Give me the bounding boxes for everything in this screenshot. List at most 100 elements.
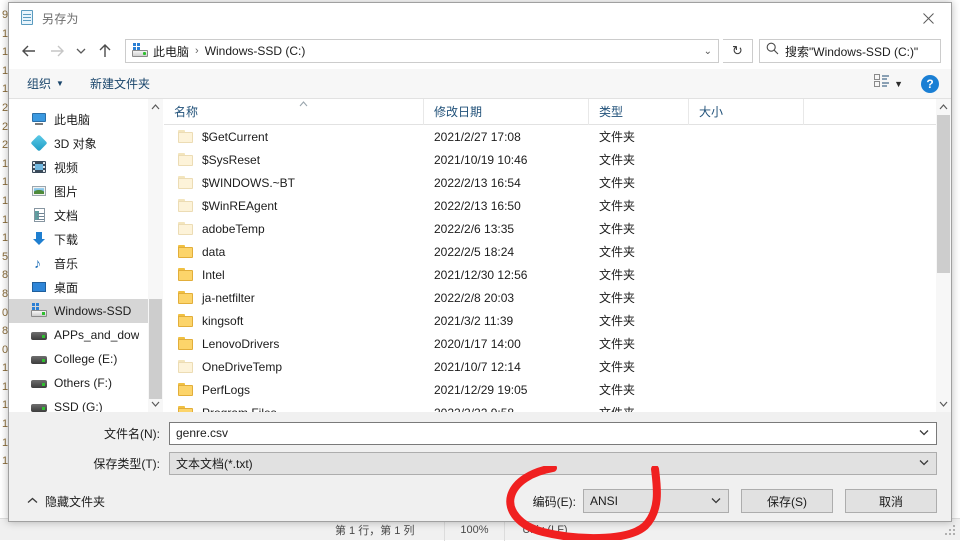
sort-ascending-icon	[299, 100, 308, 109]
file-type-cell: 文件夹	[599, 360, 636, 374]
address-bar[interactable]: 此电脑 › Windows-SSD (C:) ⌄	[125, 39, 719, 63]
save-button[interactable]: 保存(S)	[741, 489, 833, 513]
file-list-scrollbar[interactable]	[936, 99, 951, 412]
resize-grip[interactable]	[945, 525, 957, 537]
encoding-dropdown[interactable]: ANSI	[583, 489, 729, 513]
folder-icon	[178, 221, 194, 236]
hard-drive-icon	[31, 399, 47, 412]
grip-dot	[953, 533, 955, 535]
file-name-cell: $GetCurrent	[164, 129, 424, 144]
sidebar-item-college-e[interactable]: College (E:)	[9, 347, 163, 371]
file-name-text: $WINDOWS.~BT	[202, 175, 296, 190]
file-name-text: Program Files	[202, 406, 277, 413]
sidebar-item-[interactable]: 此电脑	[9, 107, 163, 131]
filetype-select[interactable]: 文本文档(*.txt)	[169, 451, 937, 475]
scroll-up-icon[interactable]	[936, 99, 951, 115]
chevron-down-icon[interactable]: ⌄	[704, 46, 712, 57]
file-date-cell: 2022/2/5 18:24	[434, 244, 515, 259]
forward-button[interactable]	[43, 38, 71, 64]
recent-locations-button[interactable]	[71, 38, 91, 64]
file-name-cell: $SysReset	[164, 152, 424, 167]
close-icon[interactable]	[905, 3, 951, 33]
refresh-button[interactable]: ↻	[723, 39, 753, 63]
filename-input[interactable]: genre.csv	[169, 421, 937, 445]
column-header-size[interactable]: 大小	[689, 98, 804, 125]
sidebar-item-label: 桌面	[54, 280, 79, 295]
folder-icon	[178, 129, 194, 144]
table-row[interactable]: ja-netfilter 2022/2/8 20:03 文件夹	[164, 286, 951, 309]
sidebar-scrollbar[interactable]	[148, 99, 163, 412]
table-row[interactable]: Program Files 2022/2/22 9:58文件夹	[164, 401, 951, 412]
scroll-down-icon[interactable]	[936, 396, 951, 412]
sidebar-item-[interactable]: ♪ 音乐	[9, 251, 163, 275]
file-type-cell: 文件夹	[599, 153, 636, 167]
help-icon[interactable]: ?	[921, 74, 939, 93]
chevron-down-icon[interactable]	[919, 458, 929, 469]
table-row[interactable]: $WinREAgent 2022/2/13 16:50 文件夹	[164, 194, 951, 217]
sidebar-item-label: 文档	[54, 208, 79, 223]
search-placeholder-text: 搜索"Windows-SSD (C:)"	[785, 44, 919, 59]
file-name-cell: $WINDOWS.~BT	[164, 175, 424, 190]
sidebar-item-3d[interactable]: 3D 对象	[9, 131, 163, 155]
table-row[interactable]: adobeTemp 2022/2/6 13:35 文件夹	[164, 217, 951, 240]
folder-icon	[178, 405, 194, 412]
column-header-type[interactable]: 类型	[589, 98, 689, 125]
table-row[interactable]: PerfLogs 2021/12/29 19:05 文件夹	[164, 378, 951, 401]
breadcrumb-item-0[interactable]: 此电脑	[153, 43, 189, 60]
sidebar-scroll-thumb[interactable]	[149, 299, 162, 399]
file-type-cell: 文件夹	[599, 314, 636, 328]
table-row[interactable]: data 2022/2/5 18:24 文件夹	[164, 240, 951, 263]
chevron-down-icon[interactable]	[919, 428, 929, 439]
breadcrumb-item-1[interactable]: Windows-SSD (C:)	[205, 44, 306, 58]
chevron-down-icon: ▼	[56, 79, 64, 88]
chevron-down-icon[interactable]	[711, 496, 721, 507]
organize-button[interactable]: 组织 ▼	[27, 75, 64, 92]
sidebar-item-windows-ssd[interactable]: Windows-SSD	[9, 299, 163, 323]
table-row[interactable]: LenovoDrivers 2020/1/17 14:00 文件夹	[164, 332, 951, 355]
table-row[interactable]: $GetCurrent 2021/2/27 17:08 文件夹	[164, 125, 951, 148]
column-header-date[interactable]: 修改日期	[424, 98, 589, 125]
column-label-name: 名称	[174, 105, 199, 119]
file-type-cell: 文件夹	[599, 291, 636, 305]
new-folder-button[interactable]: 新建文件夹	[90, 75, 150, 92]
file-name-text: LenovoDrivers	[202, 336, 280, 351]
sidebar-item-[interactable]: 下载	[9, 227, 163, 251]
sidebar-item-[interactable]: 图片	[9, 179, 163, 203]
table-row[interactable]: $SysReset 2021/10/19 10:46 文件夹	[164, 148, 951, 171]
file-type-cell: 文件夹	[589, 404, 689, 412]
scroll-up-icon[interactable]	[148, 99, 163, 115]
sidebar-item-ssd-g[interactable]: SSD (G:)	[9, 395, 163, 412]
file-name-cell: kingsoft	[164, 313, 424, 328]
filename-label: 文件名(N):	[104, 426, 160, 441]
folder-icon	[178, 175, 194, 190]
cancel-button[interactable]: 取消	[845, 489, 937, 513]
sidebar-item-apps-and-dow[interactable]: APPs_and_dow	[9, 323, 163, 347]
sidebar-item-[interactable]: 文档	[9, 203, 163, 227]
navigation-bar: 此电脑 › Windows-SSD (C:) ⌄ ↻ 搜索"Windows-SS…	[9, 33, 951, 69]
hide-folders-toggle[interactable]: 隐藏文件夹	[27, 493, 105, 510]
drive-icon	[132, 43, 148, 59]
filetype-row: 保存类型(T): 文本文档(*.txt)	[9, 451, 951, 475]
scroll-down-icon[interactable]	[148, 396, 163, 412]
table-row[interactable]: Intel 2021/12/30 12:56 文件夹	[164, 263, 951, 286]
up-button[interactable]	[91, 38, 119, 64]
table-row[interactable]: OneDriveTemp 2021/10/7 12:14 文件夹	[164, 355, 951, 378]
downloads-icon	[31, 231, 47, 247]
column-header-name[interactable]: 名称	[164, 98, 424, 125]
folder-icon	[178, 336, 194, 351]
folder-icon	[178, 267, 194, 282]
table-row[interactable]: kingsoft 2021/3/2 11:39 文件夹	[164, 309, 951, 332]
file-date-cell: 2022/2/6 13:35	[434, 221, 515, 236]
file-scroll-thumb[interactable]	[937, 115, 950, 273]
column-header-blank	[804, 99, 951, 125]
sidebar-item-[interactable]: 视频	[9, 155, 163, 179]
sidebar-item-others-f[interactable]: Others (F:)	[9, 371, 163, 395]
sidebar-item-[interactable]: 桌面	[9, 275, 163, 299]
new-folder-label: 新建文件夹	[89, 77, 150, 91]
table-row[interactable]: $WINDOWS.~BT 2022/2/13 16:54 文件夹	[164, 171, 951, 194]
sidebar-items: 此电脑 3D 对象 视频 图片文档下载 ♪ 音乐桌面 Windows-SSD APPs_and…	[9, 99, 163, 412]
view-layout-icon[interactable]	[874, 74, 890, 93]
chevron-down-icon[interactable]: ▼	[894, 79, 903, 89]
back-button[interactable]	[15, 38, 43, 64]
search-input[interactable]: 搜索"Windows-SSD (C:)"	[759, 39, 941, 63]
